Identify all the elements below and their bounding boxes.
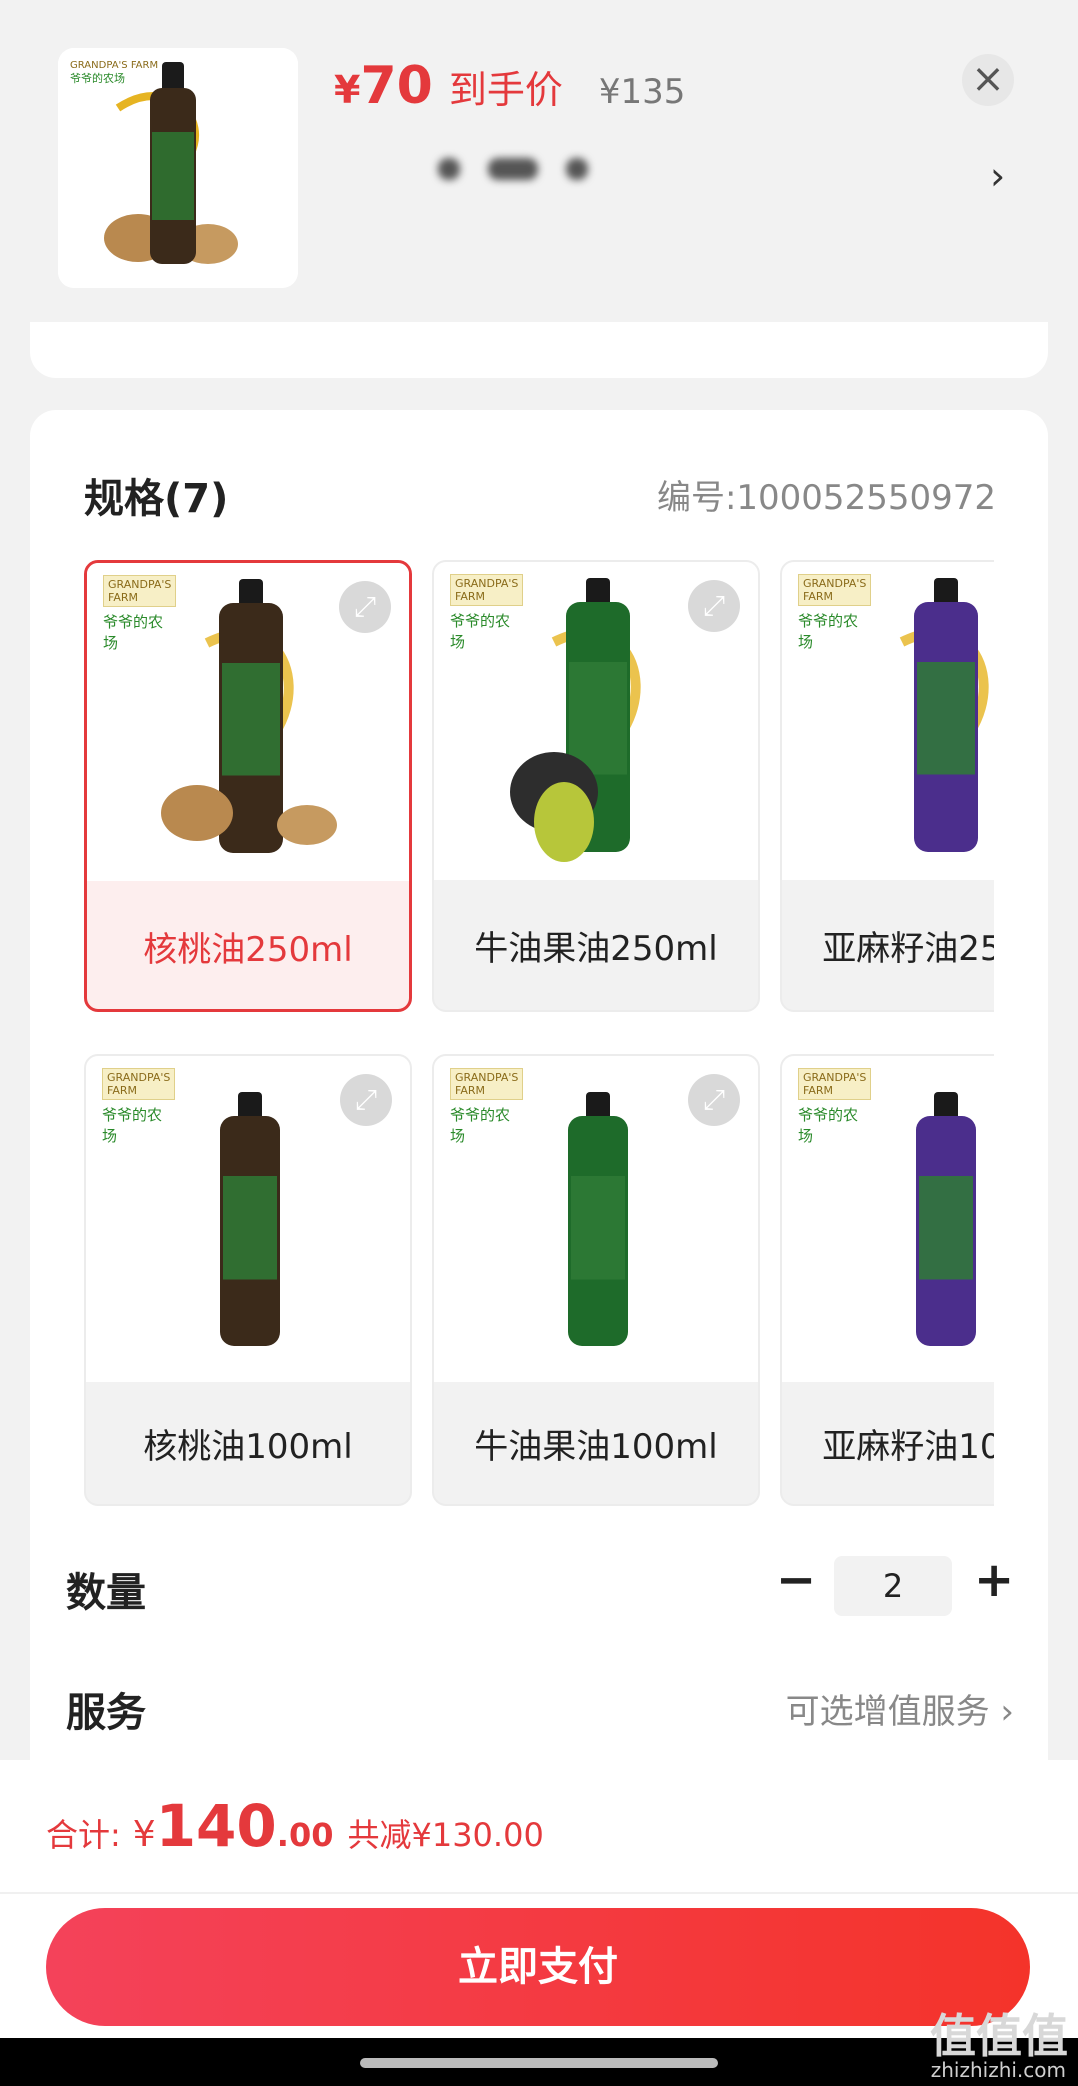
brand-en: GRANDPA'S FARM [450, 574, 524, 606]
brand-en: GRANDPA'S FARM [102, 1068, 176, 1100]
spec-grid: GRANDPA'S FARM 爷爷的农场 ⤢ 核桃油250ml GRANDPA'S FA… [84, 560, 994, 1520]
spec-option-label: 核桃油250ml [143, 929, 353, 970]
brand-en: GRANDPA'S FARM [798, 574, 872, 606]
total-label: 合计: [46, 1816, 121, 1854]
original-price: ¥135 [598, 72, 686, 112]
spec-option-label: 牛油果油250ml [474, 928, 718, 969]
spec-option-image: GRANDPA'S FARM 爷爷的农场 ⤢ [87, 563, 409, 881]
service-option-link[interactable]: 可选增值服务 › [786, 1684, 1014, 1733]
pay-now-button[interactable]: 立即支付 [46, 1908, 1030, 2026]
brand-logo: GRANDPA'S FARM 爷爷的农场 [450, 574, 524, 652]
spec-option-card[interactable]: GRANDPA'S FARM 爷爷的农场亚麻籽油250ml [780, 560, 994, 1012]
brand-logo: GRANDPA'S FARM 爷爷的农场 [798, 1068, 872, 1146]
brand-cn: 爷爷的农场 [450, 1106, 511, 1145]
spec-option-label: 核桃油100ml [143, 1426, 353, 1467]
spec-option-card[interactable]: GRANDPA'S FARM 爷爷的农场亚麻籽油100ml [780, 1054, 994, 1506]
brand-cn: 爷爷的农场 [798, 1106, 859, 1145]
brand-logo: GRANDPA'S FARM 爷爷的农场 [450, 1068, 524, 1146]
deal-price: ¥70 [334, 56, 433, 116]
spec-option-label: 亚麻籽油250ml [822, 928, 994, 969]
minus-icon[interactable]: − [776, 1552, 816, 1608]
card-strip [30, 322, 1048, 378]
product-code: 编号:100052550972 [656, 478, 996, 518]
expand-icon[interactable]: ⤢ [688, 580, 740, 632]
brand-cn: 爷爷的农场 [798, 612, 859, 651]
spec-option-label: 亚麻籽油100ml [822, 1426, 994, 1467]
service-label: 服务 [66, 1690, 146, 1736]
spec-option-image: GRANDPA'S FARM 爷爷的农场 [782, 562, 994, 880]
deal-price-label: 到手价 [448, 68, 563, 112]
close-icon[interactable]: × [962, 54, 1014, 106]
blurred-address [438, 158, 588, 180]
brand-logo: GRANDPA'S FARM 爷爷的农场 [798, 574, 872, 652]
total-amount: 140 [155, 1792, 277, 1860]
brand-cn: 爷爷的农场 [103, 613, 164, 652]
divider [0, 1892, 1078, 1894]
total-row: 合计: ¥ 140 .00 共减¥130.00 [46, 1792, 544, 1860]
brand-en: GRANDPA'S FARM [798, 1068, 872, 1100]
spec-option-image: GRANDPA'S FARM 爷爷的农场 ⤢ [434, 562, 758, 880]
total-decimal: .00 [276, 1816, 334, 1854]
watermark-logo: 值值值 [930, 2009, 1068, 2063]
spec-option-card[interactable]: GRANDPA'S FARM 爷爷的农场 ⤢ 牛油果油100ml [432, 1054, 760, 1506]
expand-icon[interactable]: ⤢ [339, 581, 391, 633]
price-row: ¥70 到手价 ¥135 [334, 56, 685, 116]
spec-option-card[interactable]: GRANDPA'S FARM 爷爷的农场 ⤢ 核桃油100ml [84, 1054, 412, 1506]
chevron-right-icon[interactable]: › [990, 154, 1005, 198]
quantity-label: 数量 [66, 1570, 146, 1616]
spec-option-image: GRANDPA'S FARM 爷爷的农场 ⤢ [86, 1056, 410, 1382]
home-indicator[interactable] [360, 2058, 718, 2068]
watermark-text: zhizhizhi.com [930, 2058, 1066, 2082]
brand-cn: 爷爷的农场 [450, 612, 511, 651]
expand-icon[interactable]: ⤢ [688, 1074, 740, 1126]
product-thumbnail: GRANDPA'S FARM 爷爷的农场 [58, 48, 298, 288]
svg-text:GRANDPA'S FARM: GRANDPA'S FARM [70, 60, 158, 71]
quantity-input[interactable]: 2 [834, 1556, 952, 1616]
spec-title: 规格(7) [84, 476, 229, 522]
walnut-oil-bottle-image: GRANDPA'S FARM 爷爷的农场 [58, 48, 298, 288]
expand-icon[interactable]: ⤢ [340, 1074, 392, 1126]
brand-logo: GRANDPA'S FARM 爷爷的农场 [103, 575, 177, 653]
total-saved: 共减¥130.00 [347, 1816, 544, 1854]
spec-option-image: GRANDPA'S FARM 爷爷的农场 [782, 1056, 994, 1382]
plus-icon[interactable]: + [974, 1552, 1014, 1608]
brand-en: GRANDPA'S FARM [103, 575, 177, 607]
spec-option-card[interactable]: GRANDPA'S FARM 爷爷的农场 ⤢ 牛油果油250ml [432, 560, 760, 1012]
total-currency: ¥ [132, 1814, 156, 1855]
spec-option-image: GRANDPA'S FARM 爷爷的农场 ⤢ [434, 1056, 758, 1382]
brand-cn: 爷爷的农场 [102, 1106, 163, 1145]
svg-text:爷爷的农场: 爷爷的农场 [70, 71, 125, 85]
brand-logo: GRANDPA'S FARM 爷爷的农场 [102, 1068, 176, 1146]
brand-en: GRANDPA'S FARM [450, 1068, 524, 1100]
spec-option-label: 牛油果油100ml [474, 1426, 718, 1467]
spec-option-card[interactable]: GRANDPA'S FARM 爷爷的农场 ⤢ 核桃油250ml [84, 560, 412, 1012]
